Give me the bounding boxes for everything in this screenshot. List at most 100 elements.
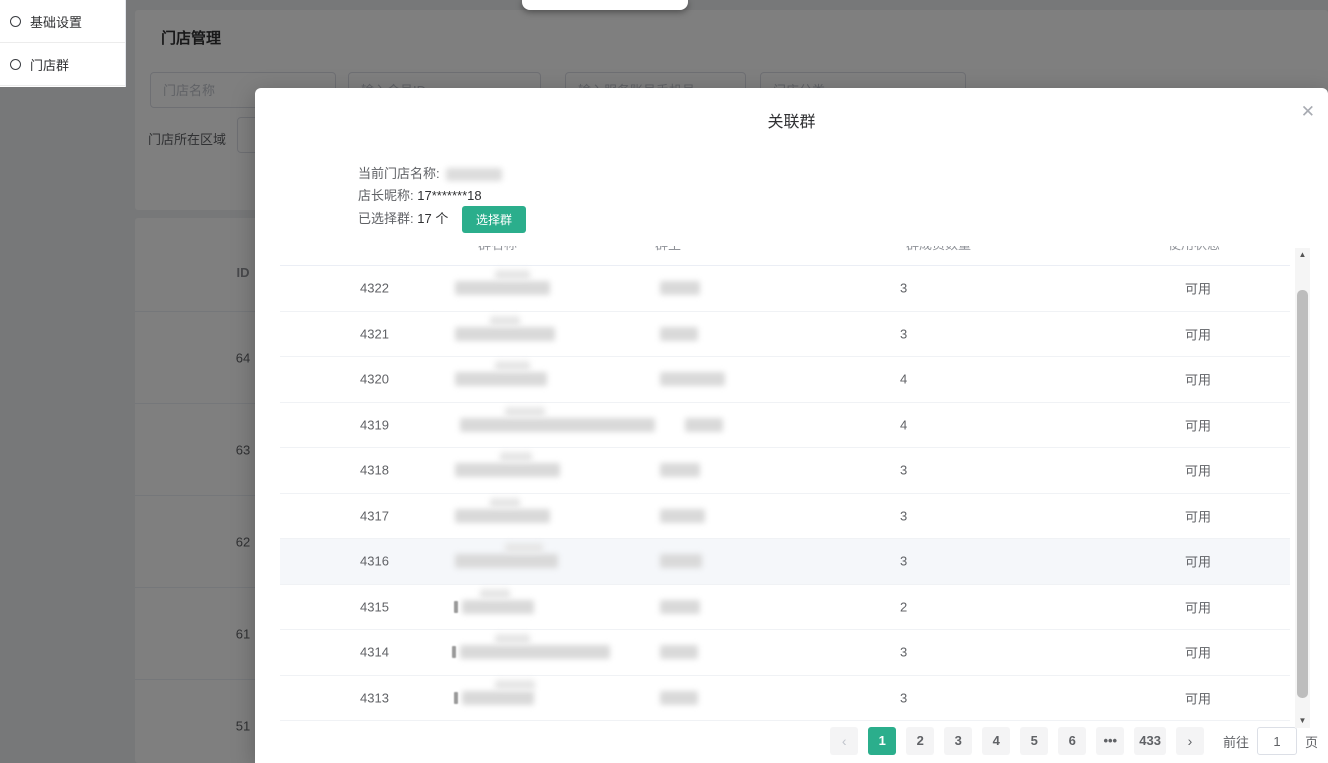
- group-row: 4314 3 可用: [280, 630, 1290, 676]
- redacted-group-name: [455, 326, 555, 341]
- redacted-name-fragment: [454, 600, 458, 613]
- group-id-cell: 4319: [360, 417, 389, 433]
- next-page-button[interactable]: ›: [1175, 727, 1204, 755]
- redacted-group-name: [455, 554, 558, 569]
- redacted-group-name-line2: [480, 588, 510, 599]
- redacted-group-owner: [660, 554, 702, 569]
- redacted-store-name: [445, 168, 502, 182]
- redacted-group-name: [455, 281, 550, 296]
- redacted-group-name-line2: [495, 679, 535, 690]
- group-row: 4313 3 可用: [280, 676, 1290, 721]
- selected-groups-line: 已选择群: 17 个 选择群: [358, 206, 526, 233]
- redacted-group-owner: [660, 690, 698, 705]
- scroll-down-icon[interactable]: ▼: [1295, 714, 1310, 728]
- goto-label: 前往: [1222, 734, 1249, 750]
- redacted-group-name-line2: [490, 497, 520, 508]
- redacted-group-owner: [660, 508, 705, 523]
- scrollbar-thumb[interactable]: [1297, 290, 1308, 698]
- scroll-up-icon[interactable]: ▲: [1295, 248, 1310, 262]
- redacted-group-owner: [660, 599, 700, 614]
- status-cell: 可用: [1185, 600, 1212, 616]
- status-cell: 可用: [1185, 463, 1212, 479]
- sidebar: 基础设置 门店群: [0, 0, 126, 87]
- groups-table: ID群名称群主群成员数量使用状态 43223可用43213可用43204可用43…: [280, 246, 1290, 721]
- current-store-line: 当前门店名称:: [358, 163, 526, 185]
- member-count-cell: 3: [900, 690, 908, 706]
- page-button-4[interactable]: 4: [982, 727, 1011, 755]
- group-id-cell: 4320: [360, 371, 389, 387]
- member-count-cell: 3: [900, 462, 908, 478]
- redacted-group-name: [455, 372, 547, 387]
- groups-table-header-cell: 群名称: [478, 246, 517, 253]
- linked-groups-dialog: 关联群 ✕ 当前门店名称: 店长昵称: 17*******18 已选择群: 17…: [255, 88, 1328, 763]
- current-store-label: 当前门店名称:: [358, 166, 440, 181]
- table-scrollbar[interactable]: ▲ ▼: [1295, 248, 1310, 728]
- sidebar-item-basic-settings[interactable]: 基础设置: [0, 0, 125, 43]
- redacted-group-owner: [660, 281, 700, 296]
- redacted-group-name-line2: [500, 452, 532, 462]
- redacted-group-owner: [660, 463, 700, 478]
- group-row: 4319 4 可用: [280, 403, 1290, 448]
- redacted-group-name-line2: [505, 406, 545, 417]
- group-row: 4322 3 可用: [280, 266, 1290, 312]
- circle-icon: [10, 58, 21, 70]
- redacted-group-name-line2: [490, 315, 520, 326]
- manager-line: 店长昵称: 17*******18: [358, 185, 526, 207]
- group-row: 4318 3 可用: [280, 448, 1290, 494]
- page-button-2[interactable]: 2: [906, 727, 935, 755]
- redacted-group-name: [462, 690, 534, 705]
- group-id-cell: 4317: [360, 508, 389, 524]
- group-id-cell: 4315: [360, 599, 389, 615]
- groups-table-header: ID 群名称 群主 群成员数量 使用状态: [280, 246, 1290, 266]
- group-row: 4321 3 可用: [280, 312, 1290, 357]
- group-id-cell: 4321: [360, 326, 389, 342]
- page-button-5[interactable]: 5: [1020, 727, 1049, 755]
- group-row: 4316 3 可用: [280, 539, 1290, 585]
- redacted-name-fragment: [452, 646, 456, 659]
- redacted-group-name: [460, 645, 610, 660]
- selected-groups-label: 已选择群:: [358, 210, 414, 226]
- status-cell: 可用: [1185, 418, 1212, 434]
- goto-unit-label: 页: [1304, 734, 1318, 750]
- redacted-group-name-line2: [495, 270, 530, 280]
- page-button-3[interactable]: 3: [944, 727, 973, 755]
- sidebar-item-store-groups[interactable]: 门店群: [0, 43, 125, 86]
- circle-icon: [10, 15, 21, 27]
- dialog-info-block: 当前门店名称: 店长昵称: 17*******18 已选择群: 17 个 选择群: [358, 163, 526, 233]
- redacted-group-name-line2: [495, 634, 530, 644]
- status-cell: 可用: [1185, 281, 1212, 297]
- group-id-cell: 4316: [360, 553, 389, 569]
- redacted-group-name-line2: [495, 361, 530, 371]
- page-button-433[interactable]: 433: [1134, 727, 1166, 755]
- redacted-group-name: [455, 463, 560, 478]
- sidebar-item-label: 基础设置: [30, 14, 83, 30]
- status-cell: 可用: [1185, 327, 1212, 343]
- goto-page: 前往 页: [1223, 727, 1318, 755]
- close-icon[interactable]: ✕: [1301, 103, 1315, 120]
- status-cell: 可用: [1185, 509, 1212, 525]
- goto-page-input[interactable]: [1256, 727, 1297, 755]
- app-canvas: 门店管理 门店所在区域 ID 6463626151 基础设置 门店群 关联群 ✕: [0, 0, 1328, 763]
- redacted-group-owner: [685, 417, 723, 432]
- redacted-group-name: [455, 508, 550, 523]
- member-count-cell: 3: [900, 326, 908, 342]
- group-id-cell: 4322: [360, 280, 389, 296]
- redacted-group-owner: [660, 645, 698, 660]
- sidebar-item-label: 门店群: [30, 57, 70, 73]
- member-count-cell: 2: [900, 599, 908, 615]
- member-count-cell: 3: [900, 644, 908, 660]
- page-button-1[interactable]: 1: [868, 727, 897, 755]
- groups-table-header-cell: 群主: [655, 246, 681, 253]
- redacted-group-name: [462, 599, 534, 614]
- groups-table-header-cell: 使用状态: [1168, 246, 1220, 253]
- groups-table-header-cell: 群成员数量: [906, 246, 971, 253]
- more-pages-button[interactable]: •••: [1096, 727, 1125, 755]
- page-button-6[interactable]: 6: [1058, 727, 1087, 755]
- redacted-group-name-line2: [505, 543, 543, 553]
- groups-table-header-cell: ID: [360, 246, 373, 249]
- redacted-group-owner: [660, 326, 698, 341]
- dialog-title: 关联群: [767, 114, 816, 131]
- select-groups-button[interactable]: 选择群: [461, 206, 526, 233]
- prev-page-button[interactable]: ‹: [830, 727, 859, 755]
- member-count-cell: 3: [900, 280, 908, 296]
